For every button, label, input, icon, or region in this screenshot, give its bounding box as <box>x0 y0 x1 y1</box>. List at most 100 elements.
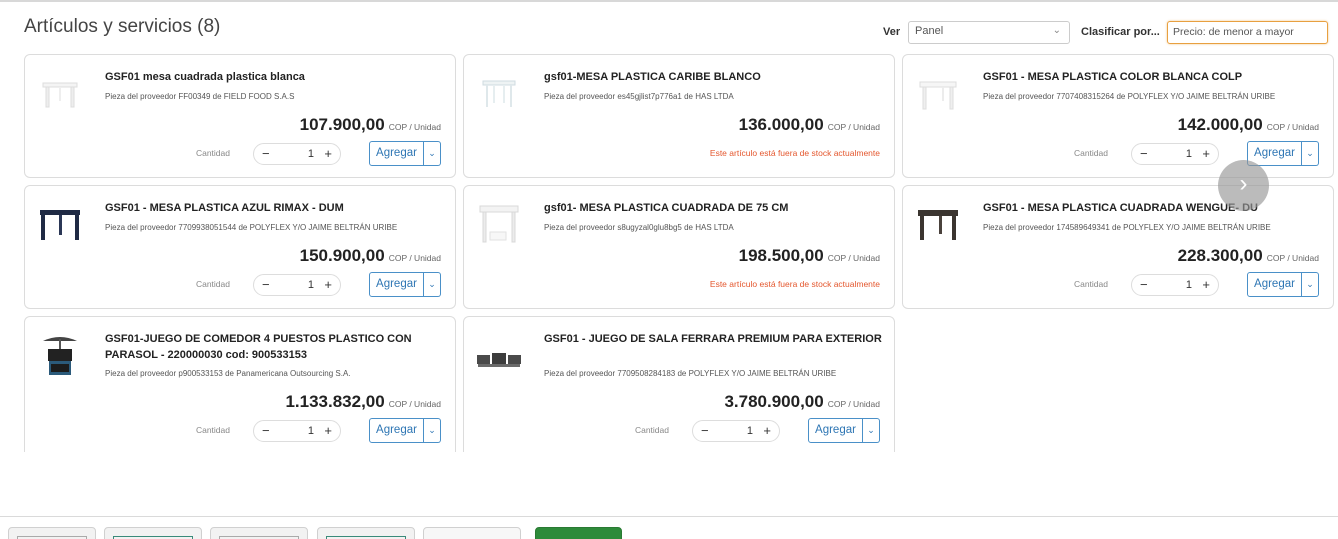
price-row: 136.000,00 COP / Unidad <box>739 115 880 135</box>
product-card: gsf01- MESA PLASTICA CUADRADA DE 75 CM P… <box>463 185 895 309</box>
product-supplier: Pieza del proveedor 7709938051544 de POL… <box>105 223 398 232</box>
quantity-stepper[interactable]: − 1 + <box>253 143 341 165</box>
view-select[interactable]: Panel ⌄ <box>908 21 1070 44</box>
decrement-button[interactable]: − <box>262 277 270 292</box>
quantity-label: Cantidad <box>634 425 669 435</box>
add-button[interactable]: Agregar <box>369 141 424 166</box>
price-row: 198.500,00 COP / Unidad <box>739 246 880 266</box>
quantity-value[interactable]: 1 <box>723 425 753 437</box>
increment-button[interactable]: + <box>324 146 332 161</box>
quantity-stepper[interactable]: − 1 + <box>692 420 780 442</box>
product-thumbnail[interactable] <box>476 69 522 115</box>
sort-label: Clasificar por... <box>1081 26 1160 38</box>
price-row: 1.133.832,00 COP / Unidad <box>285 392 441 412</box>
product-card: GSF01 - JUEGO DE SALA FERRARA PREMIUM PA… <box>463 316 895 452</box>
price-unit: COP / Unidad <box>827 122 880 132</box>
quantity-value[interactable]: 1 <box>284 425 314 437</box>
price-row: 150.900,00 COP / Unidad <box>300 246 441 266</box>
bottom-green-button[interactable] <box>535 527 622 539</box>
product-supplier: Pieza del proveedor 7707408315264 de POL… <box>983 92 1276 101</box>
product-name[interactable]: gsf01- MESA PLASTICA CUADRADA DE 75 CM <box>544 200 884 216</box>
add-dropdown-chevron-icon[interactable]: ⌄ <box>863 418 880 443</box>
bottom-divider <box>0 516 1338 517</box>
increment-button[interactable]: + <box>763 423 771 438</box>
add-button[interactable]: Agregar <box>369 272 424 297</box>
add-button[interactable]: Agregar <box>808 418 863 443</box>
bottom-thumbnail[interactable] <box>104 527 202 539</box>
bottom-thumbnail[interactable] <box>317 527 415 539</box>
sort-select[interactable]: Precio: de menor a mayor <box>1167 21 1328 44</box>
quantity-stepper[interactable]: − 1 + <box>253 274 341 296</box>
product-name[interactable]: GSF01-JUEGO DE COMEDOR 4 PUESTOS PLASTIC… <box>105 331 445 363</box>
add-dropdown-chevron-icon[interactable]: ⌄ <box>424 141 441 166</box>
decrement-button[interactable]: − <box>262 146 270 161</box>
product-price: 136.000,00 <box>738 115 824 134</box>
chevron-down-icon: ⌄ <box>1052 25 1061 36</box>
bottom-thumbnail[interactable] <box>210 527 308 539</box>
product-price: 1.133.832,00 <box>285 392 385 411</box>
product-supplier: Pieza del proveedor s8ugyzal0glu8bg5 de … <box>544 223 734 232</box>
product-name[interactable]: GSF01 - MESA PLASTICA CUADRADA WENGUE- D… <box>983 200 1323 216</box>
quantity-value[interactable]: 1 <box>284 148 314 160</box>
product-thumbnail[interactable] <box>37 200 83 246</box>
carousel-next-chevron-right-icon[interactable]: › <box>1218 160 1269 211</box>
quantity-label: Cantidad <box>195 279 230 289</box>
quantity-stepper[interactable]: − 1 + <box>1131 143 1219 165</box>
product-name[interactable]: GSF01 - MESA PLASTICA COLOR BLANCA COLP <box>983 69 1323 85</box>
product-name[interactable]: gsf01-MESA PLASTICA CARIBE BLANCO <box>544 69 884 85</box>
quantity-stepper[interactable]: − 1 + <box>253 420 341 442</box>
product-thumbnail[interactable] <box>476 331 522 377</box>
increment-button[interactable]: + <box>1202 277 1210 292</box>
increment-button[interactable]: + <box>1202 146 1210 161</box>
bottom-thumbnail[interactable] <box>423 527 521 539</box>
product-thumbnail[interactable] <box>915 200 961 246</box>
view-label: Ver <box>883 26 901 38</box>
product-name[interactable]: GSF01 - MESA PLASTICA AZUL RIMAX - DUM <box>105 200 445 216</box>
product-name[interactable]: GSF01 mesa cuadrada plastica blanca <box>105 69 445 85</box>
quantity-stepper[interactable]: − 1 + <box>1131 274 1219 296</box>
price-unit: COP / Unidad <box>388 253 441 263</box>
decrement-button[interactable]: − <box>1140 277 1148 292</box>
product-card: GSF01 - MESA PLASTICA AZUL RIMAX - DUM P… <box>24 185 456 309</box>
product-thumbnail[interactable] <box>37 331 83 377</box>
price-row: 142.000,00 COP / Unidad <box>1178 115 1319 135</box>
product-name[interactable]: GSF01 - JUEGO DE SALA FERRARA PREMIUM PA… <box>544 331 884 347</box>
top-divider <box>0 0 1338 2</box>
quantity-label: Cantidad <box>195 425 230 435</box>
product-thumbnail[interactable] <box>915 69 961 115</box>
product-supplier: Pieza del proveedor es45gjlist7p776a1 de… <box>544 92 734 101</box>
product-supplier: Pieza del proveedor 7709508284183 de POL… <box>544 369 837 378</box>
add-dropdown-chevron-icon[interactable]: ⌄ <box>424 272 441 297</box>
product-supplier: Pieza del proveedor p900533153 de Paname… <box>105 369 351 378</box>
product-supplier: Pieza del proveedor FF00349 de FIELD FOO… <box>105 92 295 101</box>
increment-button[interactable]: + <box>324 423 332 438</box>
add-dropdown-chevron-icon[interactable]: ⌄ <box>1302 141 1319 166</box>
add-dropdown-chevron-icon[interactable]: ⌄ <box>1302 272 1319 297</box>
product-price: 107.900,00 <box>299 115 385 134</box>
quantity-label: Cantidad <box>1073 279 1108 289</box>
increment-button[interactable]: + <box>324 277 332 292</box>
product-thumbnail[interactable] <box>37 69 83 115</box>
bottom-thumbnail[interactable] <box>8 527 96 539</box>
quantity-value[interactable]: 1 <box>1162 148 1192 160</box>
decrement-button[interactable]: − <box>262 423 270 438</box>
add-button[interactable]: Agregar <box>1247 272 1302 297</box>
out-of-stock-notice: Este artículo está fuera de stock actual… <box>709 148 880 158</box>
product-card: GSF01 - MESA PLASTICA COLOR BLANCA COLP … <box>902 54 1334 178</box>
quantity-value[interactable]: 1 <box>284 279 314 291</box>
quantity-label: Cantidad <box>195 148 230 158</box>
results-header: Artículos y servicios (8) Ver Panel ⌄ Cl… <box>24 14 1328 44</box>
product-price: 142.000,00 <box>1177 115 1263 134</box>
product-card: GSF01 mesa cuadrada plastica blanca Piez… <box>24 54 456 178</box>
product-grid: GSF01 mesa cuadrada plastica blanca Piez… <box>24 54 1335 452</box>
product-price: 198.500,00 <box>738 246 824 265</box>
product-thumbnail[interactable] <box>476 200 522 246</box>
add-dropdown-chevron-icon[interactable]: ⌄ <box>424 418 441 443</box>
product-price: 228.300,00 <box>1177 246 1263 265</box>
price-unit: COP / Unidad <box>1266 253 1319 263</box>
add-button[interactable]: Agregar <box>369 418 424 443</box>
decrement-button[interactable]: − <box>1140 146 1148 161</box>
quantity-value[interactable]: 1 <box>1162 279 1192 291</box>
decrement-button[interactable]: − <box>701 423 709 438</box>
price-row: 3.780.900,00 COP / Unidad <box>724 392 880 412</box>
